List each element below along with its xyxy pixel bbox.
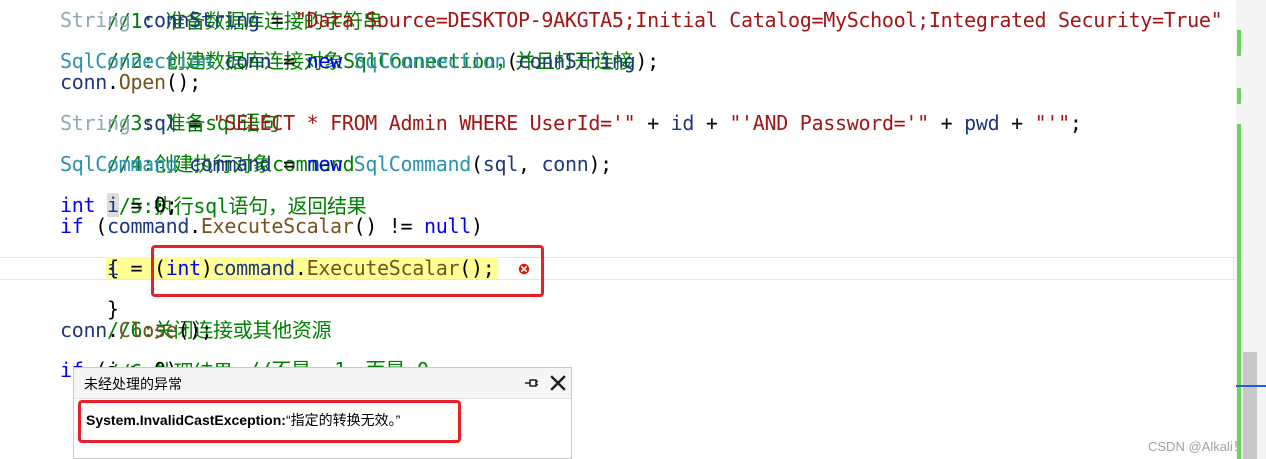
type-name: String (60, 111, 131, 135)
code-line-17: conn.Close(); (60, 318, 213, 342)
type-name: SqlConnection (353, 49, 507, 73)
punctuation: ); (588, 152, 612, 176)
caret-position-marker (1236, 385, 1266, 387)
type-name: SqlCommand (353, 152, 472, 176)
operator: = (177, 111, 213, 135)
variable: sql (142, 111, 178, 135)
variable: command (189, 152, 272, 176)
pin-icon[interactable] (524, 375, 540, 391)
keyword: new (306, 49, 343, 73)
code-line-6: //3: 准备sql语句 (60, 92, 280, 133)
variable: conn (224, 49, 272, 73)
variable: pwd (964, 111, 1000, 135)
code-line-7: String sql = "SELECT * FROM Admin WHERE … (60, 113, 1082, 134)
operator: = (259, 8, 295, 32)
annotation-box-code (151, 245, 544, 297)
operator: + (635, 111, 671, 135)
operator: = (271, 49, 307, 73)
type-name: SqlCommand (60, 152, 178, 176)
code-line-9: SqlCommand command = new SqlCommand(sql,… (60, 152, 612, 176)
method-name: Close (118, 318, 178, 342)
close-icon[interactable] (548, 373, 568, 393)
punctuation: ) (470, 214, 483, 238)
code-line-12: if (command.ExecuteScalar() != null) (60, 214, 483, 238)
string-literal: "Data Source=DESKTOP-9AKGTA5;Initial Cat… (294, 8, 1223, 32)
string-literal: "'AND Password='" (729, 111, 929, 135)
variable: connString (142, 8, 260, 32)
keyword: if (60, 214, 84, 238)
code-line-5: conn.Open(); (60, 70, 202, 94)
variable: conn (60, 70, 107, 94)
punctuation: ; (1069, 111, 1082, 135)
code-line-15: } (60, 278, 119, 319)
variable: connString (517, 49, 636, 73)
code-line-8: //4:创建执行对象command (60, 133, 355, 174)
code-line-11: int i = 0; (60, 193, 178, 217)
variable: conn (541, 152, 589, 176)
change-marker (1237, 88, 1241, 104)
keyword: null (424, 214, 471, 238)
code-line-13: { (60, 237, 119, 278)
punctuation: (); (177, 318, 213, 342)
code-line-16: //6:关闭连接或其他资源 (60, 299, 332, 340)
operator: + (694, 111, 730, 135)
operator: + (928, 111, 965, 135)
variable: i (106, 256, 119, 280)
exception-popup-title: 未经处理的异常 (84, 376, 182, 392)
keyword: new (306, 152, 343, 176)
type-name: String (60, 8, 131, 32)
operator: = (271, 152, 307, 176)
method-name: Open (118, 70, 166, 94)
method-name: ExecuteScalar (200, 214, 354, 238)
current-line-border (1233, 257, 1234, 280)
code-line-4: SqlConnection conn = new SqlConnection(c… (60, 49, 659, 73)
string-literal: "SELECT * FROM Admin WHERE UserId='" (212, 111, 636, 135)
operator: + (999, 111, 1035, 135)
punctuation: ); (635, 49, 659, 73)
annotation-box-exception (78, 400, 461, 443)
change-marker (1237, 30, 1241, 56)
exception-popup-header: 未经处理的异常 (74, 368, 571, 399)
variable: command (106, 214, 190, 238)
watermark: CSDN @Alkali！ (1148, 439, 1246, 454)
punctuation: ( (83, 214, 107, 238)
variable: sql (482, 152, 519, 176)
code-line-2: String connString = "Data Source=DESKTOP… (60, 8, 1223, 32)
change-marker (1237, 124, 1241, 459)
variable: id (670, 111, 695, 135)
string-literal: "'" (1034, 111, 1071, 135)
variable: conn (60, 318, 107, 342)
code-text: () != (353, 214, 424, 238)
code-line-3: //2: 创建数据库连接对象SqlConnection，并且打开连接 (60, 30, 634, 71)
punctuation: (); (165, 70, 202, 94)
